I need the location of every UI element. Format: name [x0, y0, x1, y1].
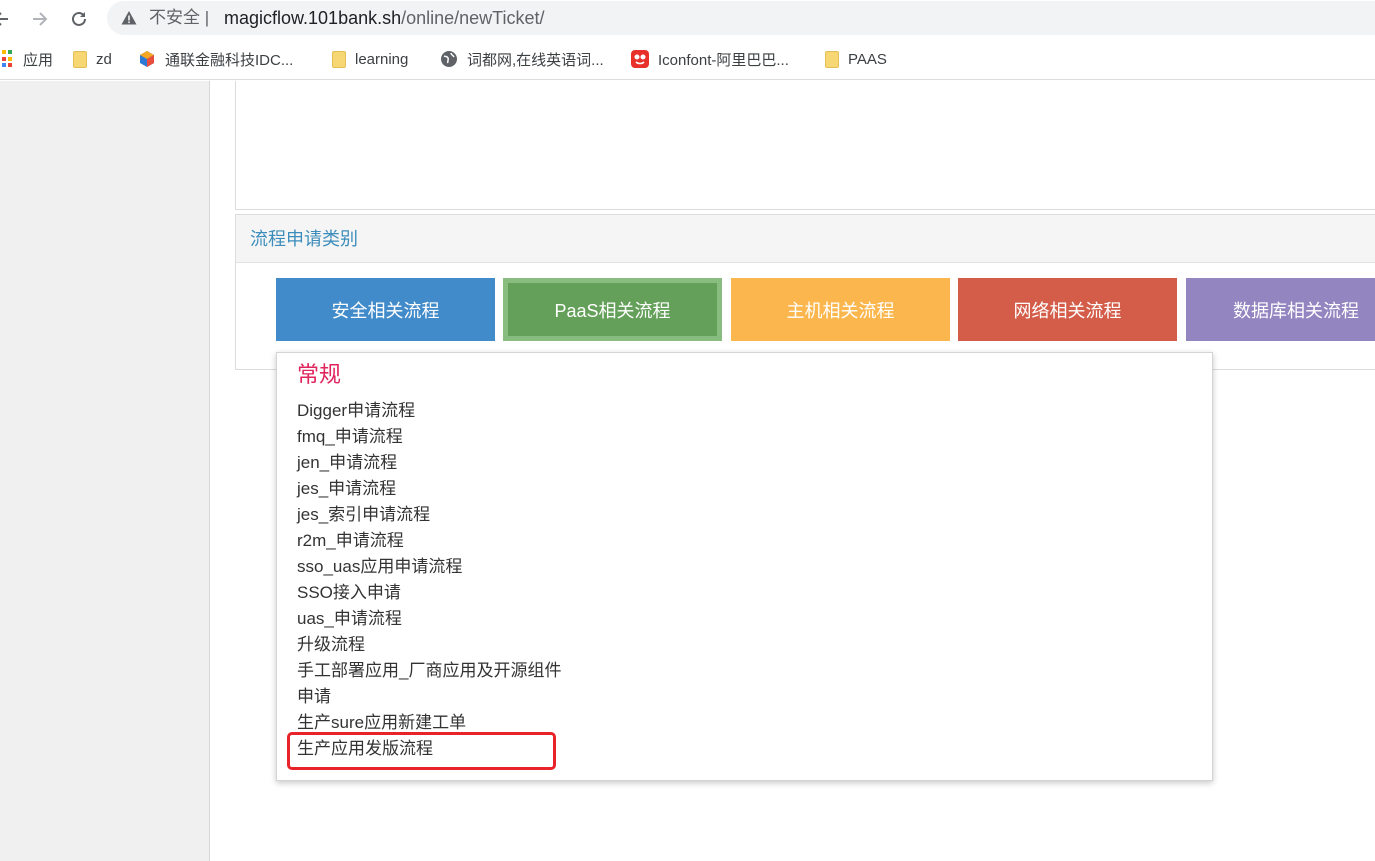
dropdown-item[interactable]: r2m_申请流程	[297, 529, 561, 555]
network-flow-button[interactable]: 网络相关流程	[958, 278, 1177, 341]
dropdown-item[interactable]: jen_申请流程	[297, 451, 561, 477]
dropdown-item[interactable]: jes_申请流程	[297, 477, 561, 503]
dropdown-item[interactable]: 升级流程	[297, 633, 561, 659]
bookmark-tonglian[interactable]: 通联金融科技IDC...	[138, 48, 293, 70]
forward-arrow-icon[interactable]	[27, 6, 53, 32]
apps-grid-icon	[0, 50, 14, 68]
bookmark-zd[interactable]: zd	[73, 48, 112, 70]
dropdown-item-highlighted[interactable]: 生产应用发版流程	[297, 737, 561, 763]
warning-icon	[121, 11, 137, 25]
folder-icon	[332, 50, 346, 68]
dropdown-item[interactable]: Digger申请流程	[297, 399, 561, 425]
dropdown-item[interactable]: SSO接入申请	[297, 581, 561, 607]
back-arrow-icon[interactable]	[0, 6, 14, 32]
iconfont-logo-icon	[631, 50, 649, 68]
dropdown-item[interactable]: 生产sure应用新建工单	[297, 711, 561, 737]
category-panel-heading: 流程申请类别	[236, 215, 1375, 263]
insecure-label: 不安全 |	[149, 8, 210, 27]
folder-icon	[825, 50, 839, 68]
bookmarks-bar: 应用 zd 通联金融科技IDC... learning 词都网,在线英语词...…	[0, 38, 1375, 80]
globe-icon	[440, 50, 458, 68]
folder-icon	[73, 50, 87, 68]
bookmark-iconfont[interactable]: Iconfont-阿里巴巴...	[631, 48, 789, 70]
database-flow-button[interactable]: 数据库相关流程	[1186, 278, 1375, 341]
dropdown-item[interactable]: sso_uas应用申请流程	[297, 555, 561, 581]
dropdown-group-title: 常规	[297, 362, 342, 387]
bookmark-cidu[interactable]: 词都网,在线英语词...	[440, 48, 604, 70]
bookmark-learning[interactable]: learning	[332, 48, 408, 70]
bookmark-apps[interactable]: 应用	[0, 48, 53, 70]
dropdown-item[interactable]: jes_索引申请流程	[297, 503, 561, 529]
bookmark-paas[interactable]: PAAS	[825, 48, 887, 70]
reload-icon[interactable]	[66, 6, 92, 32]
dropdown-item[interactable]: fmq_申请流程	[297, 425, 561, 451]
dropdown-item[interactable]: 手工部署应用_厂商应用及开源组件	[297, 659, 561, 685]
browser-toolbar: 不安全 | magicflow.101bank.sh/online/newTic…	[0, 0, 1375, 38]
left-sidebar	[0, 81, 210, 861]
content-panel	[235, 81, 1375, 210]
dropdown-item[interactable]: 申请	[297, 685, 561, 711]
dropdown-list: Digger申请流程 fmq_申请流程 jen_申请流程 jes_申请流程 je…	[297, 399, 561, 763]
url-text[interactable]: magicflow.101bank.sh/online/newTicket/	[224, 7, 545, 29]
paas-flow-dropdown: 常规 Digger申请流程 fmq_申请流程 jen_申请流程 jes_申请流程…	[276, 352, 1213, 781]
paas-flow-button[interactable]: PaaS相关流程	[503, 278, 722, 341]
cube-logo-icon	[138, 50, 156, 68]
security-flow-button[interactable]: 安全相关流程	[276, 278, 495, 341]
host-flow-button[interactable]: 主机相关流程	[731, 278, 950, 341]
dropdown-item[interactable]: uas_申请流程	[297, 607, 561, 633]
address-bar[interactable]: 不安全 | magicflow.101bank.sh/online/newTic…	[107, 1, 1375, 35]
